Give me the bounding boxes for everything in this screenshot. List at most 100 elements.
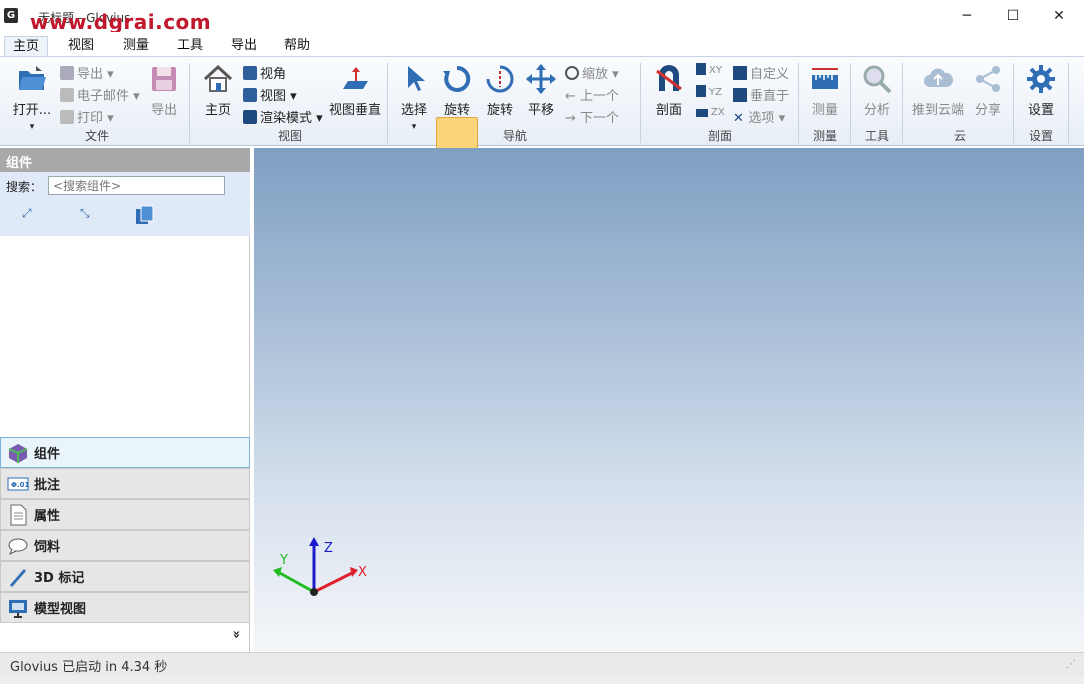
components-panel: 组件 搜索： ⤢ ⤡ 组件 Φ.01 批注 属性 饲料 3D 标记 模型视图 » — [0, 148, 250, 652]
group-label-section: 剖面 — [707, 129, 732, 143]
divider — [1068, 63, 1069, 143]
tab-home[interactable]: 主页 — [4, 36, 49, 56]
plane-arrow-icon — [343, 67, 368, 89]
title-bar: G - 无标题 - Glovius www.dgrai.com ─ ☐ ✕ — [0, 0, 1084, 34]
group-label-settings: 设置 — [1028, 129, 1053, 143]
magnifier-icon — [863, 65, 892, 94]
push-to-cloud-button[interactable]: 推到云端 — [910, 63, 966, 118]
zx-plane-icon — [696, 109, 708, 117]
divider — [902, 63, 903, 143]
previous-button[interactable]: ← 上一个 — [565, 85, 619, 104]
status-text: Glovius 已启动 in 4.34 秒 — [10, 660, 168, 675]
view-angle-button[interactable]: 视角 — [243, 63, 286, 82]
more-chevron-icon[interactable]: » — [229, 630, 244, 638]
pan-button[interactable]: 平移 — [523, 63, 559, 118]
tab-tools[interactable]: 工具 — [169, 36, 211, 56]
cursor-icon — [408, 66, 425, 91]
rotate-button[interactable]: 旋转 — [482, 63, 518, 118]
gear-icon — [1027, 65, 1055, 93]
group-label-tools: 工具 — [864, 129, 889, 143]
home-button[interactable]: 主页 — [198, 63, 238, 118]
annotation-icon: Φ.01 — [7, 477, 29, 490]
group-label-navigation: 导航 — [502, 129, 527, 143]
print-button[interactable]: 打印 ▾ — [60, 107, 114, 126]
svg-text:Φ.01: Φ.01 — [11, 481, 29, 489]
rotate-icon — [443, 65, 471, 92]
open-button[interactable]: 打开... ▾ — [10, 63, 54, 133]
email-button[interactable]: 电子邮件 ▾ — [60, 85, 140, 104]
nav-components[interactable]: 组件 — [0, 437, 250, 468]
view-dropdown-button[interactable]: 视图 ▾ — [243, 85, 297, 104]
normal-plane-icon — [733, 88, 747, 102]
close-button[interactable]: ✕ — [1036, 0, 1082, 32]
zx-plane-button[interactable]: ZX — [696, 107, 725, 118]
move-icon — [526, 64, 556, 94]
select-button[interactable]: 选择 ▾ — [396, 63, 432, 133]
render-mode-button[interactable]: 渲染模式 ▾ — [243, 107, 323, 126]
next-button[interactable]: → 下一个 — [565, 107, 619, 126]
nav-properties[interactable]: 属性 — [0, 499, 250, 530]
pen-icon — [10, 568, 26, 587]
nav-model-views[interactable]: 模型视图 — [0, 592, 250, 623]
section-button[interactable]: 剖面 — [650, 63, 688, 118]
copy-icon[interactable] — [134, 204, 156, 226]
divider — [387, 63, 388, 143]
ruler-icon — [812, 68, 838, 89]
divider — [640, 63, 641, 143]
search-input[interactable] — [48, 176, 225, 195]
nav-annotations[interactable]: Φ.01 批注 — [0, 468, 250, 499]
document-icon — [10, 504, 27, 525]
app-icon: G — [4, 8, 18, 23]
zoom-button[interactable]: 缩放 ▾ — [565, 63, 619, 82]
divider — [1013, 63, 1014, 143]
y-axis — [277, 570, 315, 594]
custom-plane-icon — [733, 66, 747, 80]
arrow-right-icon: → — [565, 111, 581, 126]
tab-export[interactable]: 导出 — [223, 36, 265, 56]
printer-icon — [60, 110, 74, 124]
y-axis-label: Y — [279, 553, 288, 568]
search-label: 搜索： — [6, 180, 43, 194]
analyze-button[interactable]: 分析 — [858, 63, 896, 118]
yz-plane-button[interactable]: YZ — [696, 85, 722, 98]
view-normal-button[interactable]: 视图垂直 — [328, 63, 382, 118]
tab-view[interactable]: 视图 — [60, 36, 102, 56]
ribbon-tabs: 主页 视图 测量 工具 导出 帮助 — [0, 32, 1084, 56]
divider — [189, 63, 190, 143]
resize-grip-icon[interactable]: ⋰ — [1066, 659, 1076, 670]
tools-icon: ✕ — [733, 111, 749, 126]
ribbon: 打开... ▾ 导出 ▾ 电子邮件 ▾ 打印 ▾ 导出 文件 主页 视角 视图 ▾… — [0, 56, 1084, 182]
x-axis-label: X — [358, 565, 367, 580]
measure-button[interactable]: 测量 — [806, 63, 844, 118]
comment-icon — [8, 538, 28, 555]
share-button[interactable]: 分享 — [970, 63, 1006, 118]
xy-plane-icon — [696, 63, 706, 75]
nav-feed[interactable]: 饲料 — [0, 530, 250, 561]
tab-measure[interactable]: 测量 — [115, 36, 157, 56]
cube-solid-icon — [243, 110, 257, 124]
status-bar: Glovius 已启动 in 4.34 秒 ⋰ — [0, 652, 1084, 676]
normal-to-button[interactable]: 垂直于 — [733, 85, 789, 104]
monitor-icon — [9, 599, 27, 618]
rotate-active-button[interactable]: 旋转 — [437, 63, 477, 118]
save-icon — [60, 66, 74, 80]
xy-plane-button[interactable]: XY — [696, 63, 722, 76]
floppy-icon — [152, 67, 176, 91]
expand-all-icon[interactable]: ⤢ — [22, 206, 32, 221]
cube-icon — [243, 88, 257, 102]
collapse-all-icon[interactable]: ⤡ — [80, 206, 90, 221]
maximize-button[interactable]: ☐ — [990, 0, 1036, 32]
zoom-icon — [565, 66, 579, 80]
settings-button[interactable]: 设置 — [1022, 63, 1060, 118]
tab-help[interactable]: 帮助 — [276, 36, 318, 56]
nav-3d-markup[interactable]: 3D 标记 — [0, 561, 250, 592]
export-button[interactable]: 导出 — [146, 63, 182, 118]
divider — [850, 63, 851, 143]
export-small-button[interactable]: 导出 ▾ — [60, 63, 114, 82]
cube-icon — [243, 66, 257, 80]
section-options-button[interactable]: ✕ 选项 ▾ — [733, 107, 785, 126]
minimize-button[interactable]: ─ — [944, 0, 990, 32]
custom-section-button[interactable]: 自定义 — [733, 63, 789, 82]
3d-viewport[interactable]: Z X Y — [254, 148, 1084, 652]
divider — [798, 63, 799, 143]
